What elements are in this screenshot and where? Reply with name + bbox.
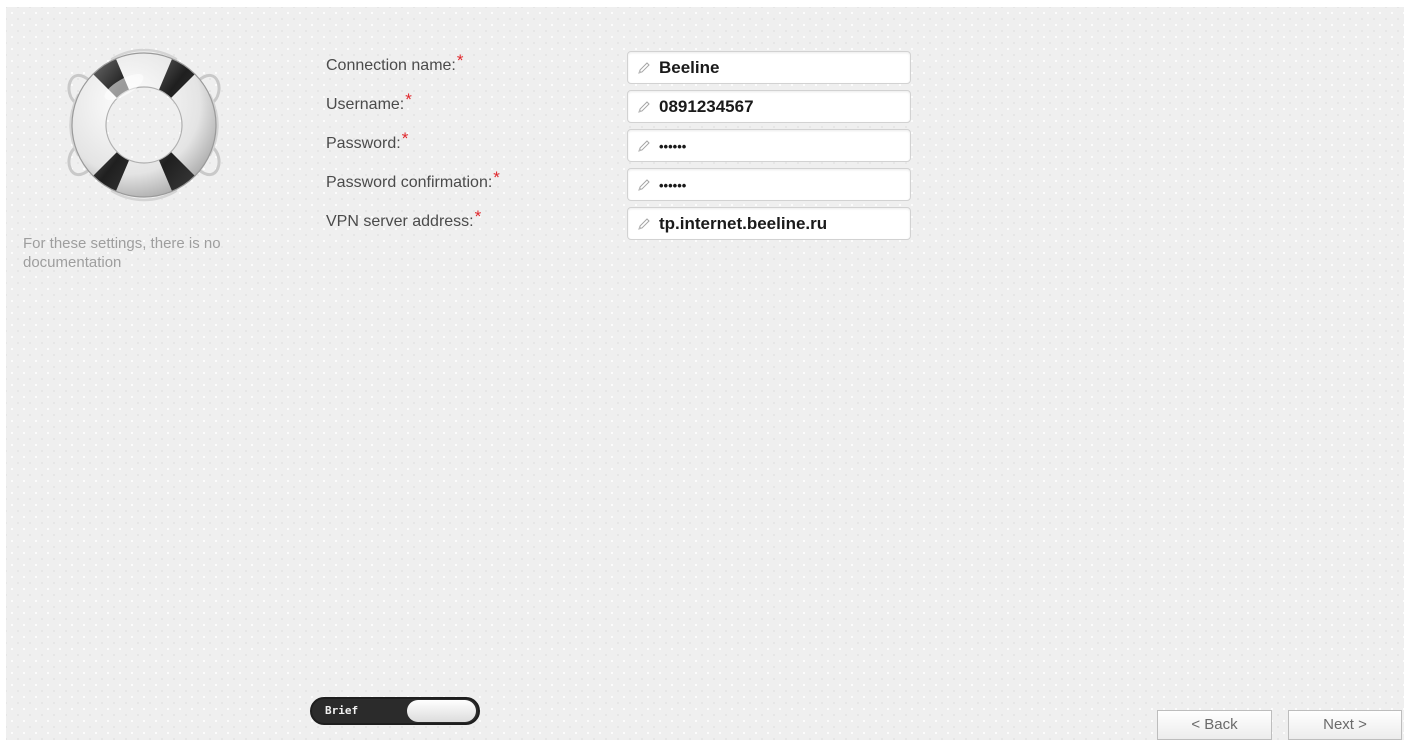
- toggle-knob[interactable]: [407, 700, 476, 722]
- username-input[interactable]: 0891234567: [627, 90, 911, 123]
- next-button[interactable]: Next >: [1288, 710, 1402, 740]
- pencil-icon: [638, 62, 650, 74]
- wizard-page: For these settings, there is no document…: [6, 7, 1404, 740]
- pencil-icon: [638, 218, 650, 230]
- vpn-server-address-label-text: VPN server address:: [326, 213, 474, 230]
- pencil-icon: [638, 140, 650, 152]
- required-marker: *: [493, 168, 500, 187]
- connection-name-value: Beeline: [659, 58, 720, 77]
- connection-name-input[interactable]: Beeline: [627, 51, 911, 84]
- vpn-server-address-label: VPN server address:*: [326, 207, 481, 231]
- vpn-server-address-value: tp.internet.beeline.ru: [659, 214, 828, 233]
- required-marker: *: [456, 51, 464, 70]
- username-label-text: Username:: [326, 96, 405, 113]
- password-confirmation-label-text: Password confirmation:: [326, 174, 493, 191]
- vpn-server-address-input[interactable]: tp.internet.beeline.ru: [627, 207, 911, 240]
- brief-mode-toggle[interactable]: Brief: [310, 697, 480, 725]
- username-label: Username:*: [326, 90, 412, 114]
- connection-name-label-text: Connection name:: [326, 57, 456, 74]
- back-button[interactable]: < Back: [1157, 710, 1272, 740]
- password-value: ••••••: [659, 139, 687, 154]
- password-confirmation-value: ••••••: [659, 178, 687, 193]
- password-label: Password:*: [326, 129, 408, 153]
- help-text: For these settings, there is no document…: [23, 235, 221, 271]
- required-marker: *: [405, 90, 412, 109]
- password-label-text: Password:: [326, 135, 401, 152]
- lifebuoy-icon: [67, 48, 221, 202]
- password-confirmation-label: Password confirmation:*: [326, 168, 500, 192]
- pencil-icon: [638, 179, 650, 191]
- brief-toggle-label: Brief: [325, 704, 359, 717]
- username-value: 0891234567: [659, 97, 754, 116]
- required-marker: *: [474, 207, 482, 226]
- required-marker: *: [401, 129, 409, 148]
- connection-name-label: Connection name:*: [326, 51, 463, 75]
- pencil-icon: [638, 101, 650, 113]
- password-input[interactable]: ••••••: [627, 129, 911, 162]
- password-confirmation-input[interactable]: ••••••: [627, 168, 911, 201]
